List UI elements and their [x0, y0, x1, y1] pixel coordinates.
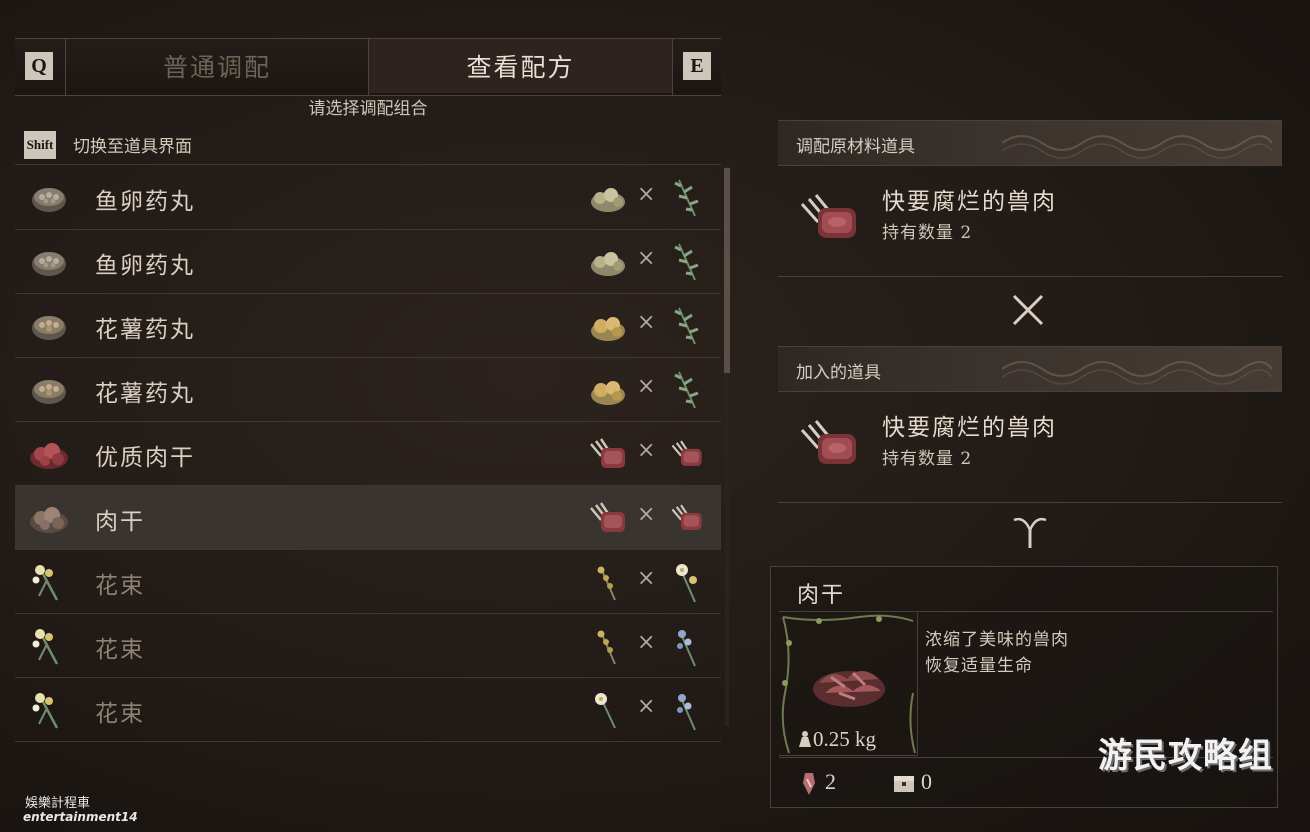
added-item[interactable]: 快要腐烂的兽肉 持有数量 2 [778, 394, 1282, 503]
times-symbol: × [637, 566, 656, 591]
times-symbol: × [637, 374, 656, 399]
owned-bag-icon [803, 773, 815, 795]
raw-meat-icon [590, 438, 625, 468]
green-herb-icon [674, 307, 699, 345]
recipe-name: 花束 [95, 701, 145, 727]
recipe-name: 鱼卵药丸 [95, 189, 195, 215]
tab-view-recipes[interactable]: 查看配方 [369, 39, 672, 93]
added-section-header: 加入的道具 [778, 346, 1282, 392]
flower-pill-icon [32, 316, 66, 340]
switch-to-items-row[interactable]: Shift 切换至道具界面 [15, 122, 721, 165]
yellow-potato-icon [591, 381, 625, 405]
switch-to-items-label: 切换至道具界面 [73, 137, 192, 157]
recipe-row-selected[interactable]: 肉干 × [15, 486, 721, 550]
raw-meat-icon [671, 504, 702, 530]
recipe-name: 鱼卵药丸 [95, 253, 195, 279]
shift-key-button[interactable]: Shift [24, 131, 56, 159]
recipe-tab-bar: Q 普通调配 查看配方 E [15, 38, 721, 96]
rotting-meat-icon [800, 420, 856, 464]
herb-pile-icon [591, 188, 625, 212]
flower-pill-icon [32, 380, 66, 404]
result-arrow-icon [1013, 517, 1047, 548]
tab-divider [672, 39, 673, 95]
yellow-flower-icon [597, 566, 616, 601]
recipe-row[interactable]: 鱼卵药丸 × [15, 230, 721, 294]
herb-pile-icon [591, 252, 625, 276]
result-weight-value: 0.25 kg [813, 727, 876, 751]
bouquet-icon [32, 693, 59, 729]
tab-normal-mix[interactable]: 普通调配 [66, 39, 368, 93]
fish-roe-pill-icon [32, 188, 66, 212]
recipe-scrollbar-thumb[interactable] [724, 168, 730, 373]
white-flower-icon [595, 693, 616, 729]
material-item[interactable]: 快要腐烂的兽肉 持有数量 2 [778, 168, 1282, 277]
recipe-row[interactable]: 花薯药丸 × [15, 358, 721, 422]
gamersky-logo: 游民攻略组 [1098, 736, 1273, 776]
divider [779, 611, 1273, 612]
recipe-name: 花束 [95, 637, 145, 663]
ornament-pattern-icon [1002, 361, 1272, 385]
times-symbol: × [637, 630, 656, 655]
ornament-pattern-icon [1002, 135, 1272, 159]
blue-flower-icon [677, 630, 696, 667]
times-symbol: × [637, 694, 656, 719]
result-weight: 0.25 kg [797, 727, 876, 752]
recipe-row[interactable]: 花束 × [15, 614, 721, 678]
material-item-count: 持有数量 2 [882, 223, 973, 243]
recipe-name: 优质肉干 [95, 445, 195, 471]
fish-roe-pill-icon [32, 252, 66, 276]
recipe-row[interactable]: 优质肉干 × [15, 422, 721, 486]
recipe-row[interactable]: 花束 × [15, 550, 721, 614]
added-section-label: 加入的道具 [796, 363, 881, 383]
green-herb-icon [674, 371, 699, 409]
recipe-name: 花薯药丸 [95, 317, 195, 343]
combine-x-icon [1012, 294, 1044, 326]
green-herb-icon [674, 243, 699, 281]
times-symbol: × [637, 182, 656, 207]
added-item-count: 持有数量 2 [882, 449, 973, 469]
bouquet-icon [32, 629, 59, 665]
recipe-name: 花束 [95, 573, 145, 599]
material-item-name: 快要腐烂的兽肉 [882, 189, 1057, 215]
times-symbol: × [637, 246, 656, 271]
storage-chest-icon [894, 776, 914, 792]
result-description-line1: 浓缩了美味的兽肉 [925, 630, 1069, 650]
recipe-name: 肉干 [95, 509, 145, 535]
weight-icon [799, 731, 811, 747]
raw-meat-icon [590, 502, 625, 532]
times-symbol: × [637, 502, 656, 527]
result-item-name: 肉干 [797, 583, 846, 608]
result-description-line2: 恢复适量生命 [925, 656, 1033, 676]
q-key-button[interactable]: Q [25, 52, 53, 80]
material-section-header: 调配原材料道具 [778, 120, 1282, 166]
recipe-row[interactable]: 鱼卵药丸 × [15, 166, 721, 230]
times-symbol: × [637, 438, 656, 463]
recipe-row[interactable]: 花薯药丸 × [15, 294, 721, 358]
recipe-name: 花薯药丸 [95, 381, 195, 407]
material-section-label: 调配原材料道具 [796, 137, 915, 157]
white-flower-icon [676, 564, 697, 603]
select-combination-hint: 请选择调配组合 [308, 99, 428, 119]
bouquet-icon [32, 565, 59, 601]
watermark-subtext: entertainment14 [23, 810, 138, 824]
yellow-flower-icon [597, 630, 616, 665]
recipe-row[interactable]: 花束 × [15, 678, 721, 742]
times-symbol: × [637, 310, 656, 335]
quality-jerky-icon [30, 443, 68, 469]
rotting-meat-icon [800, 194, 856, 238]
green-herb-icon [674, 179, 699, 217]
added-item-name: 快要腐烂的兽肉 [882, 415, 1057, 441]
recipe-list: 鱼卵药丸 × 鱼卵药丸 × 花薯药丸 × 花薯药丸 × 优质肉干 × 肉干 × … [15, 166, 721, 742]
owned-count: 2 [825, 769, 836, 794]
jerky-item-icon [813, 671, 885, 707]
watermark-text: 娛樂計程車 [25, 796, 91, 811]
jerky-icon [30, 507, 68, 533]
blue-flower-icon [677, 694, 696, 731]
raw-meat-icon [671, 440, 702, 466]
e-key-button[interactable]: E [683, 52, 711, 80]
yellow-potato-icon [591, 317, 625, 341]
storage-count: 0 [921, 769, 932, 794]
